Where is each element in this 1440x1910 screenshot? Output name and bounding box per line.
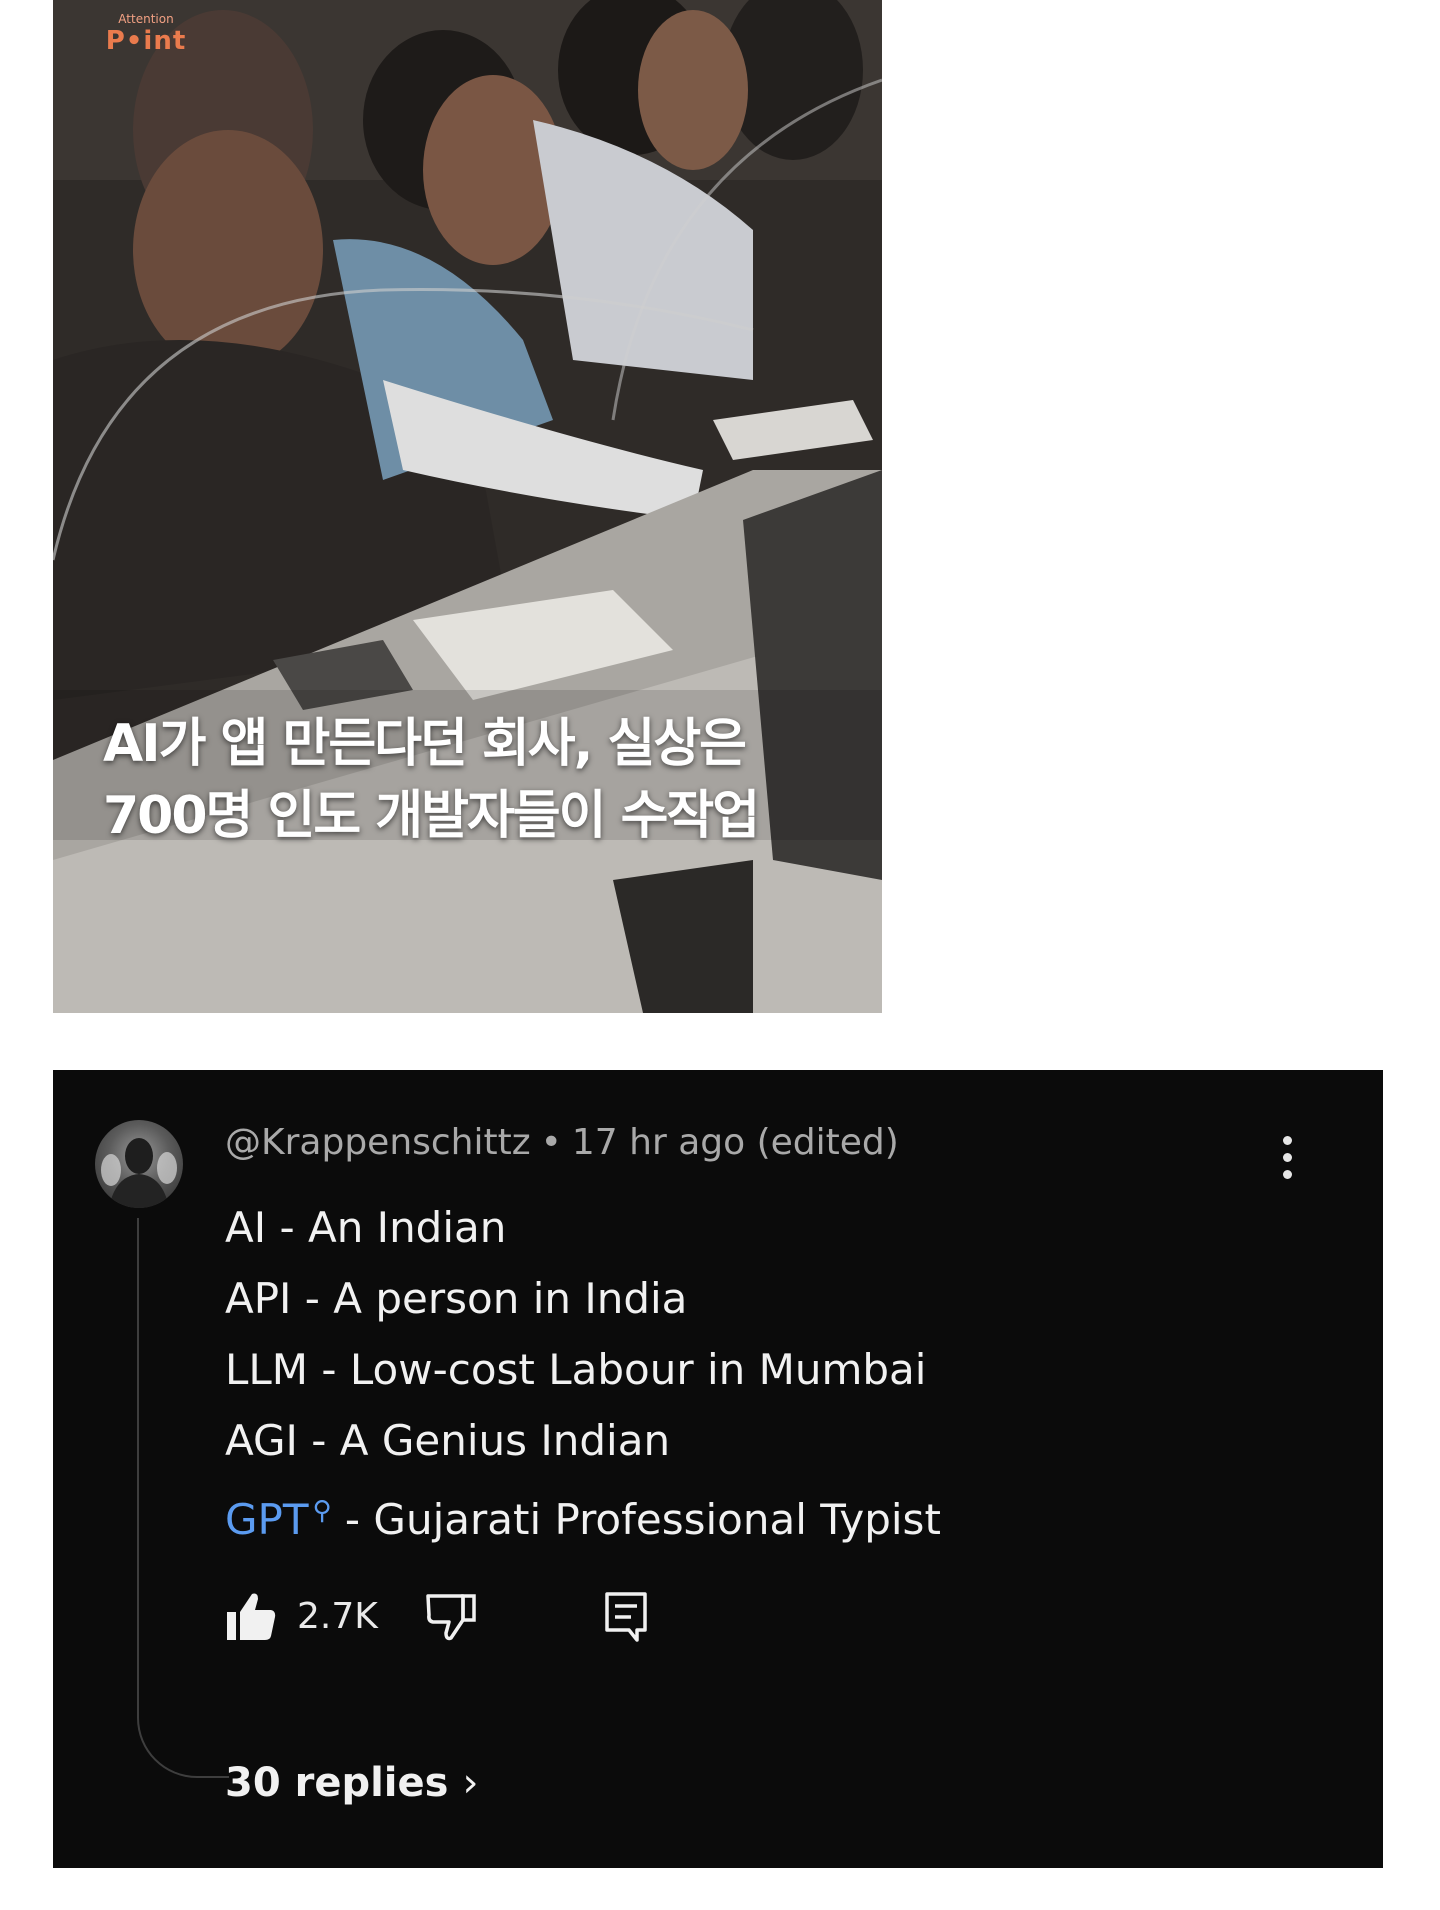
author-handle[interactable]: @Krappenschittz bbox=[225, 1122, 531, 1163]
news-photo: Attention P•int AI가 앱 만든다던 회사, 실상은 700명 … bbox=[53, 0, 882, 1013]
reply-icon[interactable] bbox=[603, 1590, 649, 1642]
thread-line bbox=[137, 1218, 229, 1778]
logo-big-text: P•int bbox=[105, 26, 187, 56]
search-icon: ⚲ bbox=[312, 1496, 332, 1526]
photo-headline: AI가 앱 만든다던 회사, 실상은 700명 인도 개발자들이 수작업 bbox=[103, 708, 863, 852]
thumbs-up-icon[interactable] bbox=[225, 1590, 277, 1642]
gpt-search-link[interactable]: GPT ⚲ bbox=[225, 1495, 332, 1544]
meta-separator: • bbox=[540, 1122, 562, 1163]
comment-time[interactable]: 17 hr ago (edited) bbox=[572, 1122, 899, 1163]
gpt-line-rest: - Gujarati Professional Typist bbox=[331, 1495, 941, 1544]
more-options-icon[interactable] bbox=[1283, 1136, 1293, 1180]
comment-meta: @Krappenschittz • 17 hr ago (edited) bbox=[225, 1122, 899, 1163]
avatar[interactable] bbox=[95, 1120, 183, 1208]
page: Attention P•int AI가 앱 만든다던 회사, 실상은 700명 … bbox=[0, 0, 1440, 1910]
call-center-photo bbox=[53, 0, 882, 1013]
comment-actions: 2.7K bbox=[225, 1590, 825, 1650]
view-replies-button[interactable]: 30 replies › bbox=[225, 1760, 478, 1806]
like-count: 2.7K bbox=[297, 1596, 378, 1637]
comment-text: AI - An Indian API - A person in India L… bbox=[225, 1192, 941, 1555]
youtube-comment: @Krappenschittz • 17 hr ago (edited) AI - … bbox=[53, 1070, 1383, 1868]
comment-line-2: API - A person in India bbox=[225, 1274, 688, 1323]
comment-line-1: AI - An Indian bbox=[225, 1203, 507, 1252]
comment-line-4: AGI - A Genius Indian bbox=[225, 1416, 671, 1465]
comment-line-3: LLM - Low-cost Labour in Mumbai bbox=[225, 1345, 927, 1394]
gpt-link-text: GPT bbox=[225, 1495, 309, 1544]
comment-line-5: GPT ⚲ - Gujarati Professional Typist bbox=[225, 1476, 941, 1555]
logo-small-text: Attention bbox=[118, 12, 174, 26]
thumbs-down-icon[interactable] bbox=[425, 1590, 477, 1642]
headline-line-1: AI가 앱 만든다던 회사, 실상은 bbox=[103, 714, 747, 774]
avatar-image bbox=[101, 1138, 177, 1208]
attention-point-logo: Attention P•int bbox=[105, 12, 187, 64]
headline-line-2: 700명 인도 개발자들이 수작업 bbox=[103, 786, 760, 846]
chevron-right-icon: › bbox=[462, 1760, 479, 1806]
replies-label: 30 replies bbox=[225, 1760, 449, 1806]
